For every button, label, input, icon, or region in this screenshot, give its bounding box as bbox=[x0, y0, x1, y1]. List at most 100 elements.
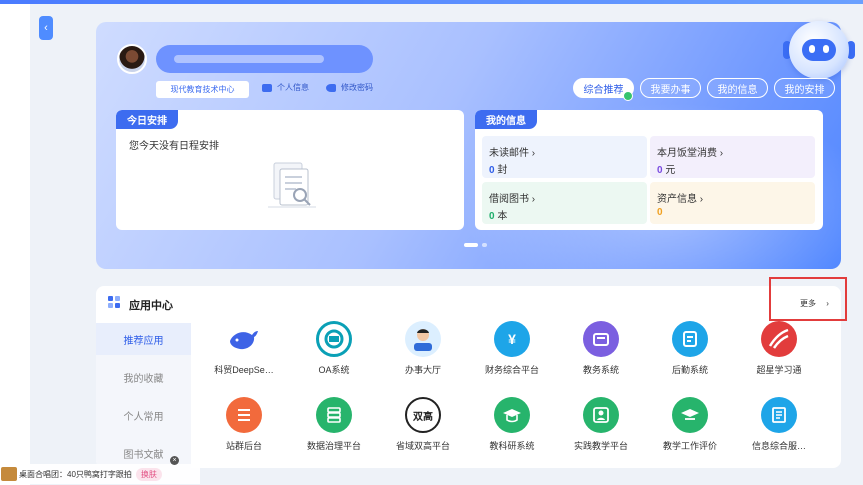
double-high-logo-text: 双高 bbox=[413, 411, 433, 423]
app-label: 站群后台 bbox=[225, 441, 262, 451]
change-password-label: 修改密码 bbox=[341, 83, 373, 92]
app-category-nav: 推荐应用 我的收藏 个人常用 图书文献 bbox=[96, 323, 191, 468]
app-practice[interactable]: 实践教学平台 bbox=[559, 397, 643, 452]
app-double-high[interactable]: 双高 省域双高平台 bbox=[381, 397, 465, 452]
chevron-right-icon: › bbox=[531, 148, 536, 159]
key-icon bbox=[326, 83, 336, 92]
carousel-dot[interactable] bbox=[464, 243, 478, 247]
app-oa[interactable]: OA系统 bbox=[292, 321, 376, 376]
asset-info-title: 资产信息 bbox=[657, 194, 697, 205]
personal-info-link[interactable]: 个人信息 bbox=[262, 82, 309, 93]
borrowed-books-unit: 本 bbox=[497, 211, 508, 222]
app-center-panel: 应用中心 推荐应用 我的收藏 个人常用 图书文献 科贸DeepSe… OA系统 … bbox=[96, 286, 841, 468]
today-schedule-tag: 今日安排 bbox=[116, 110, 178, 129]
app-label: 实践教学平台 bbox=[573, 441, 628, 451]
whale-icon bbox=[226, 321, 262, 357]
app-data-governance[interactable]: 数据治理平台 bbox=[292, 397, 376, 452]
empty-document-icon bbox=[268, 162, 316, 208]
close-icon[interactable]: × bbox=[170, 456, 179, 465]
today-schedule-card: 今日安排 您今天没有日程安排 bbox=[116, 110, 464, 230]
app-label: 教学工作评价 bbox=[662, 441, 717, 451]
highlight-box bbox=[769, 277, 847, 321]
borrowed-books-tile[interactable]: 借阅图书 › 0 本 bbox=[482, 182, 647, 224]
redacted-name bbox=[174, 55, 324, 63]
app-finance[interactable]: ¥ 财务综合平台 bbox=[470, 321, 554, 376]
my-info-tag: 我的信息 bbox=[475, 110, 537, 129]
site-group-icon bbox=[226, 397, 262, 433]
tab-my-info[interactable]: 我的信息 bbox=[707, 78, 768, 98]
app-chaoxing[interactable]: 超星学习通 bbox=[737, 321, 821, 376]
canteen-spending-tile[interactable]: 本月饭堂消费 › 0 元 bbox=[650, 136, 815, 178]
oa-icon bbox=[316, 321, 352, 357]
ticker-text: 桌面合唱团：40只鸭窝打字跟拍 bbox=[19, 469, 132, 479]
app-research[interactable]: 教科研系统 bbox=[470, 397, 554, 452]
app-teaching-evaluation[interactable]: 教学工作评价 bbox=[648, 397, 732, 452]
chevron-right-icon: › bbox=[699, 194, 704, 205]
chevron-left-icon: ‹ bbox=[44, 22, 48, 34]
finance-icon: ¥ bbox=[494, 321, 530, 357]
unread-mail-count: 0 bbox=[489, 165, 495, 176]
skin-change-button[interactable]: 换肤 bbox=[135, 467, 162, 481]
asset-info-tile[interactable]: 资产信息 › 0 bbox=[650, 182, 815, 224]
nav-favorites[interactable]: 我的收藏 bbox=[96, 361, 191, 393]
app-label: 办事大厅 bbox=[404, 365, 441, 375]
unread-mail-title: 未读邮件 bbox=[489, 148, 529, 159]
canteen-spending-value: 0 bbox=[657, 165, 663, 176]
user-name-pill bbox=[156, 45, 373, 73]
app-service-hall[interactable]: 办事大厅 bbox=[381, 321, 465, 376]
chaoxing-icon bbox=[761, 321, 797, 357]
tab-services[interactable]: 我要办事 bbox=[640, 78, 701, 98]
asset-info-value: 0 bbox=[657, 207, 663, 218]
left-rail bbox=[0, 4, 30, 485]
nav-recommended-apps[interactable]: 推荐应用 bbox=[96, 323, 191, 355]
top-accent-bar bbox=[0, 0, 863, 4]
borrowed-books-count: 0 bbox=[489, 211, 495, 222]
nav-frequent[interactable]: 个人常用 bbox=[96, 399, 191, 431]
borrowed-books-title: 借阅图书 bbox=[489, 194, 529, 205]
id-card-icon bbox=[262, 83, 272, 92]
app-label: 信息综合服… bbox=[751, 441, 806, 451]
app-label: 后勤系统 bbox=[671, 365, 708, 375]
app-label: 教科研系统 bbox=[489, 441, 535, 451]
carousel-dots[interactable] bbox=[464, 243, 487, 247]
personal-info-label: 个人信息 bbox=[277, 83, 309, 92]
app-info-service[interactable]: 信息综合服… bbox=[737, 397, 821, 452]
practice-icon bbox=[583, 397, 619, 433]
unread-mail-unit: 封 bbox=[497, 165, 508, 176]
data-governance-icon bbox=[316, 397, 352, 433]
app-label: 数据治理平台 bbox=[306, 441, 361, 451]
check-icon bbox=[623, 91, 633, 101]
bottom-ticker[interactable]: 桌面合唱团：40只鸭窝打字跟拍 换肤 bbox=[0, 464, 200, 484]
research-icon bbox=[494, 397, 530, 433]
app-label: 教务系统 bbox=[582, 365, 619, 375]
chevron-right-icon: › bbox=[719, 148, 724, 159]
canteen-spending-title: 本月饭堂消费 bbox=[657, 148, 717, 159]
app-label: OA系统 bbox=[318, 365, 350, 375]
service-hall-icon bbox=[405, 321, 441, 357]
logistics-icon bbox=[672, 321, 708, 357]
tab-my-schedule[interactable]: 我的安排 bbox=[774, 78, 835, 98]
info-service-icon bbox=[761, 397, 797, 433]
app-label: 超星学习通 bbox=[756, 365, 802, 375]
change-password-link[interactable]: 修改密码 bbox=[326, 82, 373, 93]
department-tag: 现代教育技术中心 bbox=[156, 81, 249, 98]
academic-icon bbox=[583, 321, 619, 357]
unread-mail-tile[interactable]: 未读邮件 › 0 封 bbox=[482, 136, 647, 178]
my-info-card: 我的信息 未读邮件 › 0 封 本月饭堂消费 › 0 元 借阅图书 › 0 本 … bbox=[475, 110, 823, 230]
chevron-right-icon: › bbox=[531, 194, 536, 205]
canteen-spending-unit: 元 bbox=[665, 165, 676, 176]
double-high-icon: 双高 bbox=[405, 397, 441, 433]
app-deepseek[interactable]: 科贸DeepSe… bbox=[202, 321, 286, 376]
app-center-title: 应用中心 bbox=[129, 300, 173, 312]
app-logistics[interactable]: 后勤系统 bbox=[648, 321, 732, 376]
avatar[interactable] bbox=[117, 44, 147, 74]
evaluation-icon bbox=[672, 397, 708, 433]
app-label: 科贸DeepSe… bbox=[214, 365, 274, 375]
carousel-dot[interactable] bbox=[482, 243, 487, 247]
grid-icon bbox=[108, 296, 121, 309]
app-site-group[interactable]: 站群后台 bbox=[202, 397, 286, 452]
app-label: 省域双高平台 bbox=[395, 441, 450, 451]
app-academic[interactable]: 教务系统 bbox=[559, 321, 643, 376]
app-label: 财务综合平台 bbox=[484, 365, 539, 375]
collapse-sidebar-button[interactable]: ‹ bbox=[39, 16, 53, 40]
